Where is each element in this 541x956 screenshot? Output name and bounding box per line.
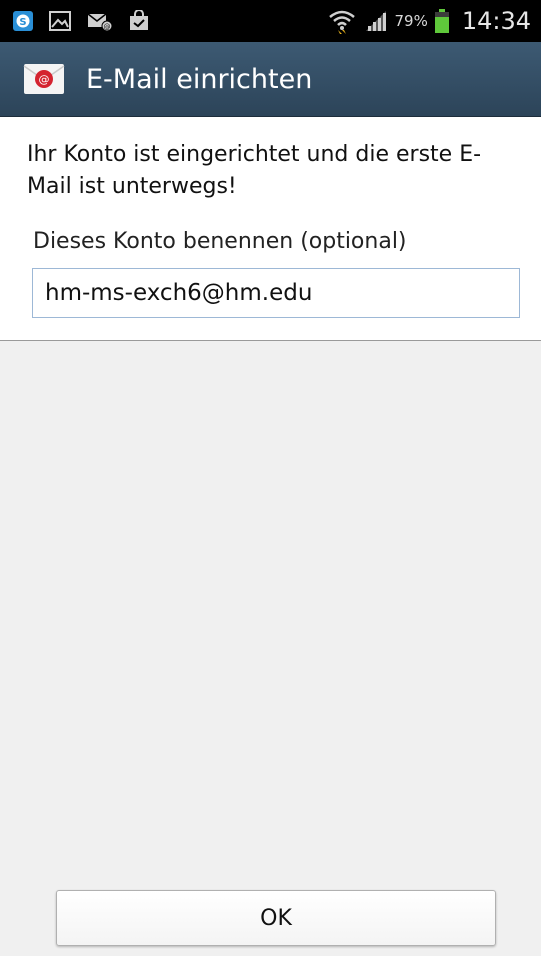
battery-icon: [434, 8, 450, 34]
notification-icons: S @: [12, 10, 150, 32]
svg-text:@: @: [104, 23, 111, 31]
missed-mail-icon: @: [86, 10, 114, 32]
account-name-label: Dieses Konto benennen (optional): [33, 229, 407, 254]
content-panel: Ihr Konto ist eingerichtet und die erste…: [0, 117, 541, 341]
svg-text:S: S: [19, 17, 26, 28]
battery-percent: 79%: [394, 12, 428, 30]
skype-icon: S: [12, 10, 34, 32]
wifi-icon: [328, 8, 356, 34]
action-bar: @ E-Mail einrichten: [0, 42, 541, 117]
signal-icon: [362, 9, 388, 33]
status-bar: S @ 79% 14:34: [0, 0, 541, 42]
svg-text:@: @: [39, 73, 50, 86]
email-app-icon[interactable]: @: [22, 60, 66, 98]
clock: 14:34: [461, 7, 531, 35]
setup-complete-message: Ihr Konto ist eingerichtet und die erste…: [27, 142, 482, 199]
account-name-input[interactable]: hm-ms-exch6@hm.edu: [32, 268, 520, 318]
shopping-bag-icon: [128, 10, 150, 32]
system-status: 79% 14:34: [328, 7, 531, 35]
ok-button[interactable]: OK: [56, 890, 496, 946]
page-title: E-Mail einrichten: [86, 63, 313, 95]
screen: S @ 79% 14:34 @ E-Mail einrichten Ihr Ko…: [0, 0, 541, 956]
gallery-icon: [48, 10, 72, 32]
